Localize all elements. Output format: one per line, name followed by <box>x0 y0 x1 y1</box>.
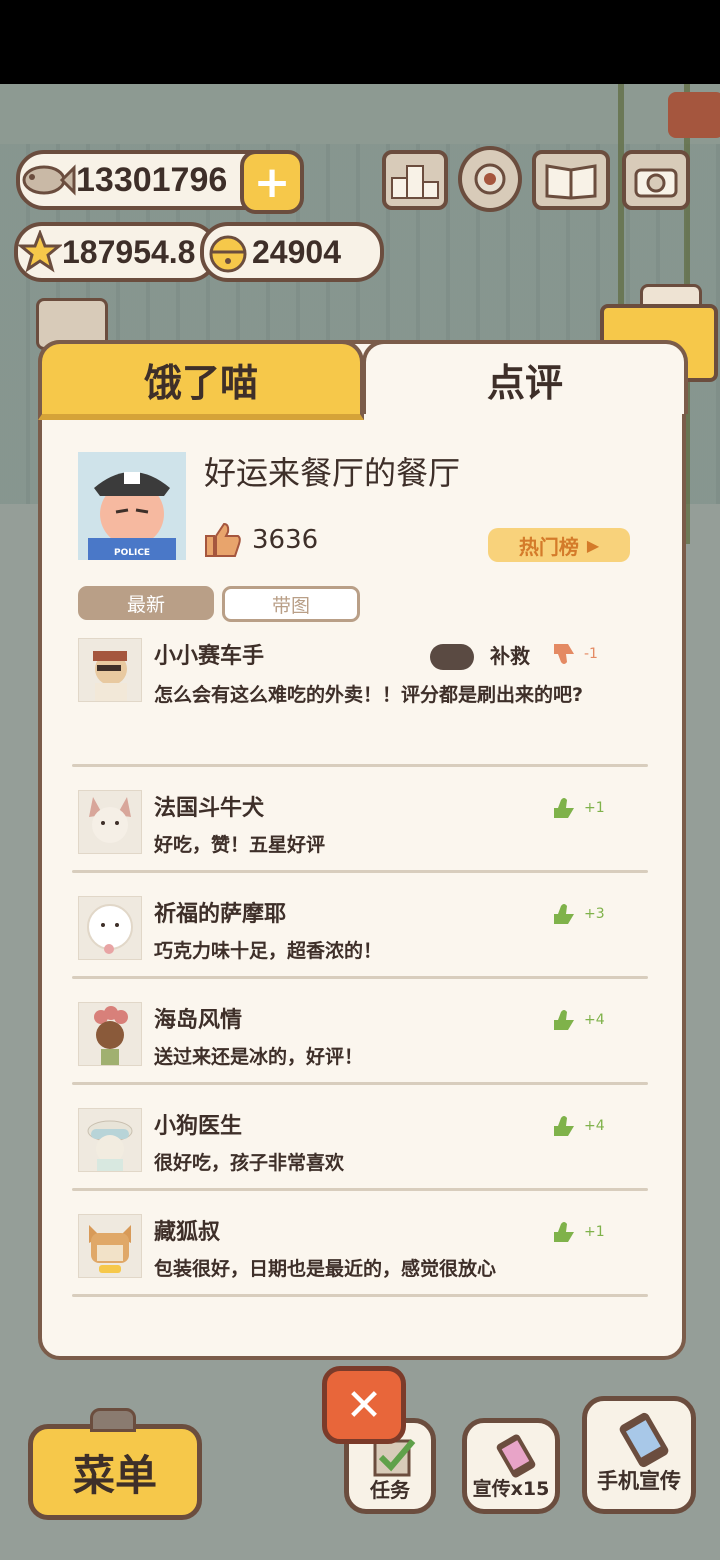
reviewer-name: 海岛风情 <box>154 1008 243 1033</box>
list-item: 小小赛车手 补救 -1 怎么会有这么难吃的外卖！！评分都是刷出来的吧? <box>72 638 648 768</box>
review-text: 巧克力味十足，超香浓的！ <box>154 940 383 962</box>
star-count: 187954.8 <box>62 233 196 270</box>
score-value: +1 <box>584 800 605 816</box>
star-icon <box>18 230 62 273</box>
review-score: +1 <box>550 1218 605 1246</box>
divider <box>72 1082 648 1085</box>
plus-icon: + <box>253 156 291 208</box>
camera-icon[interactable] <box>622 150 690 210</box>
score-value: +4 <box>584 1012 605 1028</box>
review-text: 包装很好，日期也是最近的，感觉很放心 <box>154 1258 497 1280</box>
settings-gear-icon[interactable] <box>458 146 522 212</box>
filter-latest-label: 最新 <box>126 593 165 616</box>
menu-button[interactable]: 菜单 <box>28 1424 202 1520</box>
close-button[interactable]: ✕ <box>322 1366 406 1444</box>
thumbs-up-icon <box>554 1116 574 1136</box>
divider <box>72 976 648 979</box>
list-item: 藏狐叔 +1 包装很好，日期也是最近的，感觉很放心 <box>72 1214 648 1320</box>
filter-with-photo-label: 带图 <box>271 594 310 617</box>
bell-icon <box>209 235 247 273</box>
star-currency: 187954.8 <box>14 222 218 282</box>
thumbs-down-icon <box>554 644 574 664</box>
review-score: +4 <box>550 1006 605 1034</box>
review-score: +3 <box>550 900 605 928</box>
reviewer-avatar <box>78 638 142 702</box>
phone-icon <box>496 1434 536 1478</box>
recipe-book-icon[interactable] <box>532 150 610 210</box>
menu-label: 菜单 <box>72 1450 157 1500</box>
filter-latest[interactable]: 最新 <box>78 586 214 620</box>
gear-icon <box>474 163 506 195</box>
reviewer-name: 祈福的萨摩耶 <box>154 902 287 927</box>
restaurant-likes: 3636 <box>204 522 318 558</box>
clipboard-clip-icon <box>90 1408 136 1432</box>
reviewer-avatar <box>78 1214 142 1278</box>
ranking-icon[interactable] <box>382 150 448 210</box>
bell-count: 24904 <box>252 233 341 270</box>
reply-bubble-icon[interactable] <box>430 644 474 670</box>
score-value: +1 <box>584 1224 605 1240</box>
likes-count: 3636 <box>252 525 319 555</box>
camera-glyph-icon <box>634 168 678 198</box>
thumbs-up-icon <box>554 798 574 818</box>
tab-reviews-label: 点评 <box>486 360 563 405</box>
phone-icon <box>619 1412 669 1468</box>
reviewer-name: 小狗医生 <box>154 1114 243 1139</box>
thumbs-up-icon <box>554 1010 574 1030</box>
phone-promote-label: 手机宣传 <box>597 1469 681 1493</box>
review-score: +4 <box>550 1112 605 1140</box>
divider <box>72 870 648 873</box>
reviewer-name: 法国斗牛犬 <box>154 796 265 821</box>
list-item: 祈福的萨摩耶 +3 巧克力味十足，超香浓的！ <box>72 896 648 1002</box>
reviewer-avatar <box>78 1002 142 1066</box>
promote-button[interactable]: 宣传x15 <box>462 1418 560 1514</box>
score-value: +4 <box>584 1118 605 1134</box>
list-item: 海岛风情 +4 送过来还是冰的，好评！ <box>72 1002 648 1108</box>
phone-promote-button[interactable]: 手机宣传 <box>582 1396 696 1514</box>
police-badge: POLICE <box>114 548 151 558</box>
review-list[interactable]: 小小赛车手 补救 -1 怎么会有这么难吃的外卖！！评分都是刷出来的吧? 法国斗牛… <box>38 630 678 1324</box>
arrow-right-icon: ▶ <box>586 535 600 555</box>
divider <box>72 764 648 767</box>
book-icon <box>545 164 597 200</box>
thumbs-up-icon <box>205 522 241 557</box>
tab-hungry-cat[interactable]: 饿了喵 <box>38 340 364 420</box>
score-value: +3 <box>584 906 605 922</box>
thumbs-up-icon <box>554 1222 574 1242</box>
score-value: -1 <box>584 646 598 662</box>
review-score: -1 <box>550 640 598 668</box>
tab-reviews[interactable]: 点评 <box>362 340 688 414</box>
divider <box>72 1294 648 1297</box>
flower-pot <box>668 92 720 138</box>
thumbs-up-icon <box>554 904 574 924</box>
list-item: 小狗医生 +4 很好吃，孩子非常喜欢 <box>72 1108 648 1214</box>
restaurant-name: 好运来餐厅的餐厅 <box>204 454 461 492</box>
reviewer-name: 藏狐叔 <box>154 1220 221 1245</box>
hot-list-button[interactable]: 热门榜 ▶ <box>488 528 630 562</box>
divider <box>72 1188 648 1191</box>
remedy-button[interactable]: 补救 <box>490 640 530 669</box>
filter-with-photo[interactable]: 带图 <box>222 586 360 622</box>
review-score: +1 <box>550 794 605 822</box>
review-text: 送过来还是冰的，好评！ <box>154 1046 364 1068</box>
review-text: 好吃，赞！五星好评 <box>154 834 326 856</box>
reviewer-avatar <box>78 896 142 960</box>
bell-currency: 24904 <box>200 222 384 282</box>
restaurant-avatar: POLICE <box>78 452 186 560</box>
reviewer-avatar <box>78 1108 142 1172</box>
close-icon: ✕ <box>345 1379 383 1431</box>
reviewer-name: 小小赛车手 <box>154 644 265 669</box>
review-text: 很好吃，孩子非常喜欢 <box>154 1152 345 1174</box>
fish-icon <box>22 164 76 196</box>
reviewer-avatar <box>78 790 142 854</box>
review-text: 怎么会有这么难吃的外卖！！评分都是刷出来的吧? <box>154 684 584 706</box>
hot-list-label: 热门榜 <box>518 534 579 559</box>
podium-icon <box>391 165 439 199</box>
list-item: 法国斗牛犬 +1 好吃，赞！五星好评 <box>72 790 648 896</box>
add-fish-button[interactable]: + <box>240 150 304 214</box>
tab-hungry-cat-label: 饿了喵 <box>143 360 258 405</box>
fish-count: 13301796 <box>76 160 228 199</box>
